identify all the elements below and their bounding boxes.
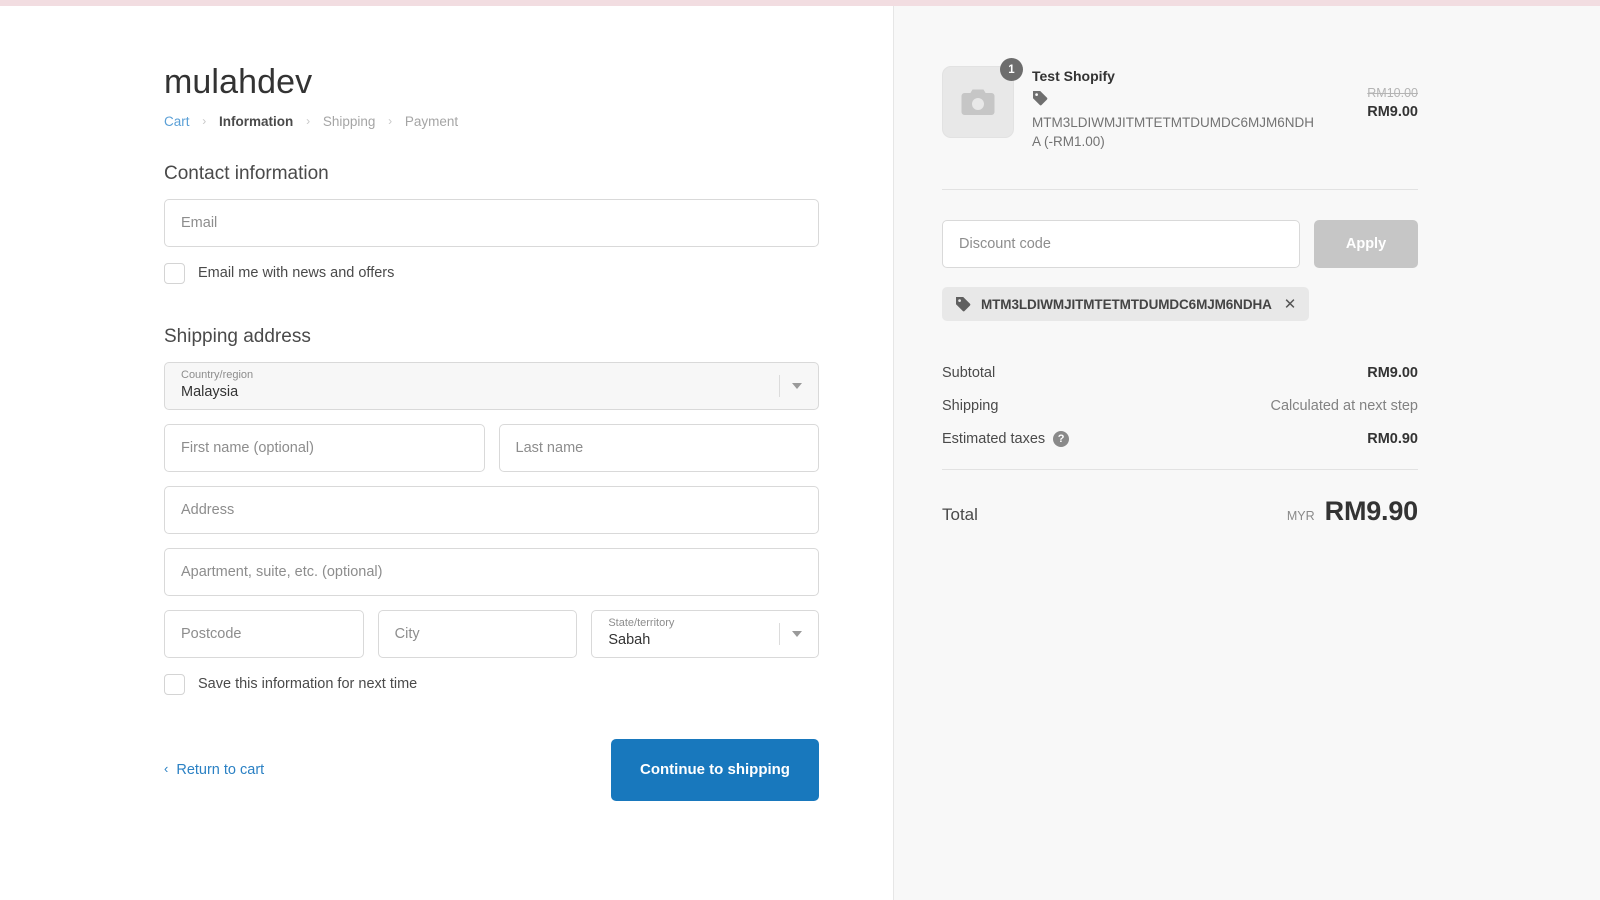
name-row <box>164 423 819 472</box>
checkout-page: mulahdev Cart › Information › Shipping ›… <box>0 6 1600 900</box>
line-item-prices: RM10.00 RM9.00 <box>1340 66 1418 120</box>
grand-total-label: Total <box>942 505 978 524</box>
newsletter-label: Email me with news and offers <box>198 265 395 282</box>
breadcrumb-separator: › <box>388 114 393 129</box>
country-region-arrow[interactable] <box>779 363 808 409</box>
postcode-city-state-row: State/territory Sabah <box>164 609 820 658</box>
select-divider <box>779 374 780 397</box>
shipping-address-title: Shipping address <box>164 325 311 347</box>
breadcrumb-item-cart[interactable]: Cart <box>164 114 190 129</box>
discount-tag-icon <box>1032 90 1322 111</box>
save-info-label: Save this information for next time <box>198 676 418 693</box>
save-info-checkbox[interactable] <box>164 673 185 695</box>
grand-total-amount-wrap: MYR RM9.90 <box>1287 496 1418 527</box>
newsletter-checkbox[interactable] <box>164 262 185 284</box>
grand-total-divider <box>942 469 1418 470</box>
subtotal-row: Subtotal RM9.00 <box>942 365 1418 381</box>
grand-total-row: Total MYR RM9.90 <box>942 496 1418 527</box>
country-region-select[interactable]: Country/region Malaysia <box>164 361 819 410</box>
apply-discount-button[interactable]: Apply <box>1314 220 1418 268</box>
applied-discount-chip: MTM3LDIWMJITMTETMTDUMDC6MJM6NDHA ✕ <box>942 287 1310 321</box>
grand-total-amount: RM9.90 <box>1324 496 1419 526</box>
postcode-input[interactable] <box>164 609 364 658</box>
first-name-input[interactable] <box>164 423 485 472</box>
quantity-badge: 1 <box>1000 58 1023 81</box>
chevron-down-icon <box>792 382 802 389</box>
breadcrumb: Cart › Information › Shipping › Payment <box>164 115 819 129</box>
checkout-form: mulahdev Cart › Information › Shipping ›… <box>164 63 820 801</box>
estimated-taxes-row: Estimated taxes ? RM0.90 <box>942 431 1418 447</box>
chevron-down-icon <box>792 630 803 637</box>
breadcrumb-item-shipping: Shipping <box>322 114 376 130</box>
address-input[interactable] <box>164 485 819 534</box>
estimated-taxes-value: RM0.90 <box>1367 431 1418 447</box>
state-territory-value: Sabah <box>608 631 651 648</box>
help-icon[interactable]: ? <box>1053 431 1070 447</box>
order-summary-pane: 1 Test Shopify MTM3LDIWMJITMTETMTDUMDC6M… <box>894 6 1600 900</box>
chevron-left-icon: ‹ <box>164 761 169 777</box>
return-to-cart-label: Return to cart <box>176 761 265 778</box>
order-totals: Subtotal RM9.00 Shipping Calculated at n… <box>942 365 1418 447</box>
camera-icon <box>961 89 995 115</box>
line-item-info: Test Shopify MTM3LDIWMJITMTETMTDUMDC6MJM… <box>1032 66 1322 151</box>
chip-tag-icon <box>955 296 971 312</box>
last-name-input[interactable] <box>498 423 819 472</box>
line-item-discount-text: MTM3LDIWMJITMTETMTDUMDC6MJM6NDHA (-RM1.0… <box>1032 115 1314 149</box>
grand-total-currency: MYR <box>1286 509 1315 523</box>
apartment-input[interactable] <box>164 547 819 596</box>
line-item-price: RM9.00 <box>1367 104 1418 120</box>
remove-discount-icon[interactable]: ✕ <box>1282 297 1297 312</box>
order-summary: 1 Test Shopify MTM3LDIWMJITMTETMTDUMDC6M… <box>942 58 1418 527</box>
subtotal-label: Subtotal <box>942 365 996 381</box>
applied-discount-code: MTM3LDIWMJITMTETMTDUMDC6MJM6NDHA <box>981 296 1272 312</box>
return-to-cart-link[interactable]: ‹ Return to cart <box>164 762 264 778</box>
state-territory-select[interactable]: State/territory Sabah <box>591 609 820 658</box>
email-input[interactable] <box>164 198 819 247</box>
product-thumbnail-wrap: 1 <box>942 58 1023 138</box>
breadcrumb-item-information: Information <box>219 114 294 130</box>
country-region-value: Malaysia <box>181 383 239 400</box>
save-info-checkbox-row[interactable]: Save this information for next time <box>164 673 819 695</box>
form-actions: ‹ Return to cart Continue to shipping <box>164 738 819 801</box>
breadcrumb-separator: › <box>202 114 207 129</box>
discount-code-row: Apply <box>942 220 1418 268</box>
breadcrumb-item-payment: Payment <box>404 114 459 130</box>
estimated-taxes-label: Estimated taxes ? <box>942 431 1070 447</box>
city-input[interactable] <box>377 609 578 658</box>
store-name: mulahdev <box>164 63 313 101</box>
discount-code-input[interactable] <box>942 220 1300 268</box>
contact-information-title: Contact information <box>164 162 329 184</box>
order-line-item: 1 Test Shopify MTM3LDIWMJITMTETMTDUMDC6M… <box>942 58 1418 151</box>
state-territory-label: State/territory <box>608 616 675 629</box>
country-region-label: Country/region <box>181 368 254 381</box>
newsletter-checkbox-row[interactable]: Email me with news and offers <box>164 262 819 284</box>
line-item-original-price: RM10.00 <box>1367 86 1418 100</box>
shipping-label: Shipping <box>942 398 999 414</box>
shipping-value: Calculated at next step <box>1270 398 1418 414</box>
checkout-form-pane: mulahdev Cart › Information › Shipping ›… <box>0 6 894 900</box>
state-territory-arrow[interactable] <box>779 611 808 657</box>
subtotal-value: RM9.00 <box>1367 365 1418 381</box>
select-divider <box>779 622 781 645</box>
estimated-taxes-text: Estimated taxes <box>942 431 1046 447</box>
line-item-title: Test Shopify <box>1032 68 1115 84</box>
continue-to-shipping-button[interactable]: Continue to shipping <box>611 738 819 801</box>
breadcrumb-separator: › <box>306 114 311 129</box>
shipping-row: Shipping Calculated at next step <box>942 398 1418 414</box>
summary-divider <box>942 189 1418 190</box>
